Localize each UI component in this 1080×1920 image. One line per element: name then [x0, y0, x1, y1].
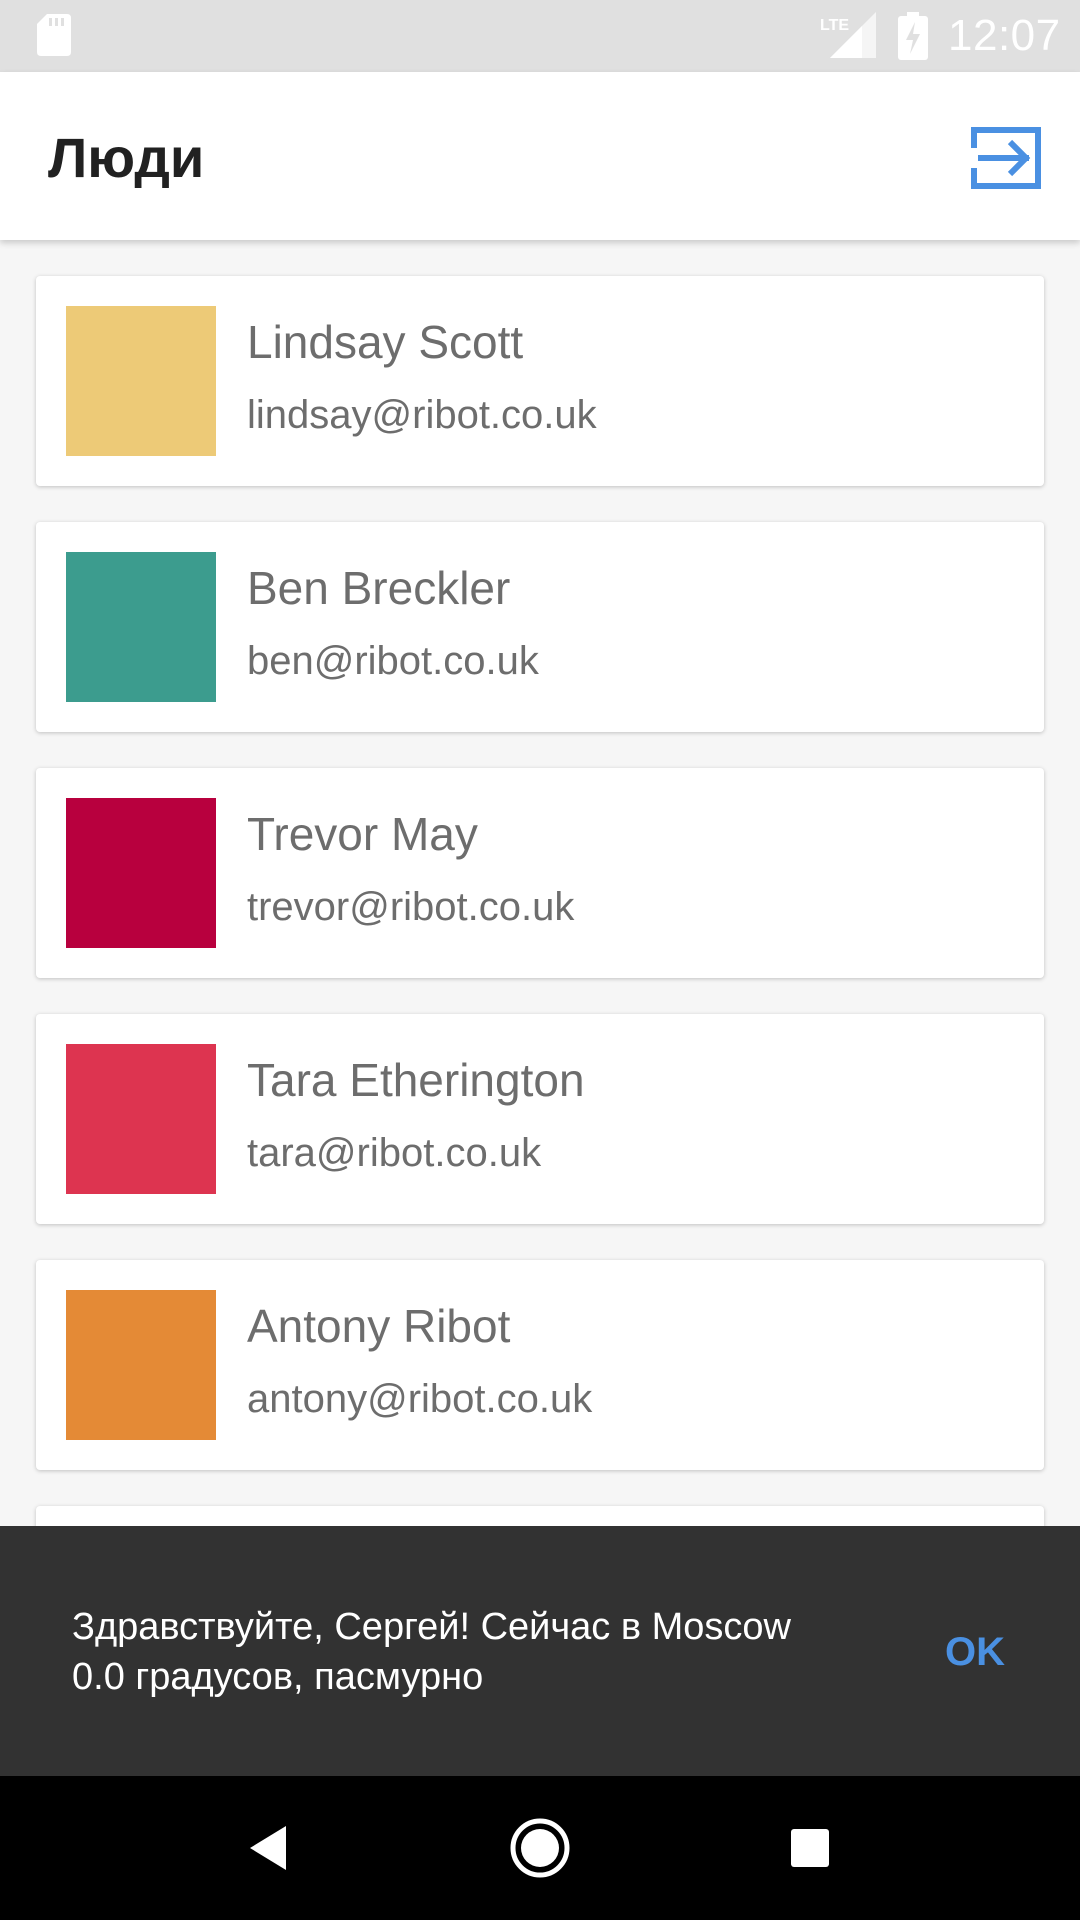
- snackbar-message: Здравствуйте, Сергей! Сейчас в Moscow 0.…: [72, 1606, 791, 1698]
- battery-charging-icon: [898, 12, 928, 60]
- person-avatar: [66, 306, 216, 456]
- person-card[interactable]: Tara Etherington tara@ribot.co.uk: [36, 1014, 1044, 1224]
- person-name: Tara Etherington: [247, 1054, 585, 1106]
- home-icon[interactable]: [504, 1812, 576, 1884]
- person-avatar: [66, 552, 216, 702]
- person-avatar: [66, 1044, 216, 1194]
- lte-label: LTE: [820, 17, 849, 34]
- person-card[interactable]: Trevor May trevor@ribot.co.uk: [36, 768, 1044, 978]
- snackbar: Здравствуйте, Сергей! Сейчас в Moscow 0.…: [0, 1526, 1080, 1776]
- person-email: tara@ribot.co.uk: [247, 1131, 542, 1175]
- person-avatar: [66, 798, 216, 948]
- person-avatar: [66, 1290, 216, 1440]
- person-name: Lindsay Scott: [247, 316, 524, 368]
- person-card[interactable]: Lindsay Scott lindsay@ribot.co.uk: [36, 276, 1044, 486]
- sd-card-icon: [37, 14, 71, 56]
- snackbar-ok-button[interactable]: OK: [920, 1602, 1030, 1702]
- person-email: antony@ribot.co.uk: [247, 1377, 593, 1421]
- recents-icon[interactable]: [774, 1812, 846, 1884]
- person-email: lindsay@ribot.co.uk: [247, 393, 597, 437]
- back-icon[interactable]: [234, 1812, 306, 1884]
- person-email: trevor@ribot.co.uk: [247, 885, 575, 929]
- person-email: ben@ribot.co.uk: [247, 639, 539, 683]
- logout-button[interactable]: [966, 118, 1046, 198]
- person-name: Ben Breckler: [247, 562, 511, 614]
- people-list[interactable]: Lindsay Scott lindsay@ribot.co.uk Ben Br…: [0, 240, 1080, 1526]
- screen: LTE 12:07 Люди Lindsay Scott lindsay@rib…: [0, 0, 1080, 1920]
- person-card[interactable]: [36, 1506, 1044, 1526]
- person-card[interactable]: Antony Ribot antony@ribot.co.uk: [36, 1260, 1044, 1470]
- logout-icon: [966, 127, 1041, 189]
- person-name: Trevor May: [247, 808, 478, 860]
- clock: 12:07: [948, 11, 1061, 60]
- app-bar: Люди: [0, 72, 1080, 240]
- lte-signal-icon: LTE: [820, 12, 876, 58]
- person-name: Antony Ribot: [247, 1300, 511, 1352]
- navigation-bar: [0, 1776, 1080, 1920]
- person-card[interactable]: Ben Breckler ben@ribot.co.uk: [36, 522, 1044, 732]
- page-title: Люди: [48, 126, 205, 189]
- status-bar: LTE 12:07: [0, 0, 1080, 72]
